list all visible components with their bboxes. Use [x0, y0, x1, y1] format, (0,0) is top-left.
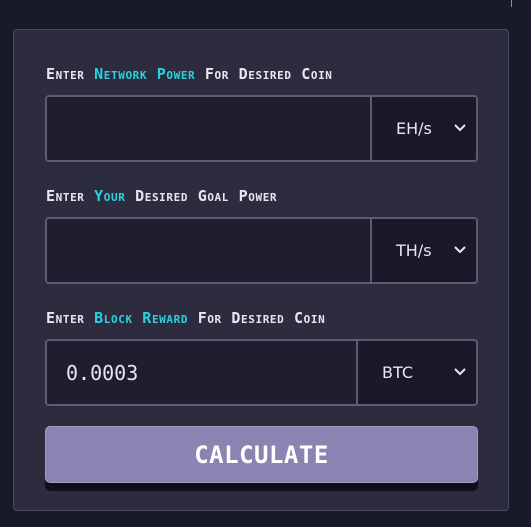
- window-edge-mark: [511, 0, 512, 7]
- network-power-input[interactable]: [47, 97, 372, 160]
- label-prefix: Enter: [46, 65, 95, 83]
- block-reward-coin-select[interactable]: BTC: [358, 341, 476, 404]
- block-reward-label: Enter Block Reward For Desired Coin: [46, 309, 325, 327]
- chevron-down-icon: [454, 245, 466, 253]
- block-reward-input[interactable]: 0.0003: [47, 341, 358, 404]
- label-suffix: For Desired Coin: [188, 309, 326, 327]
- unit-value: EH/s: [396, 119, 432, 138]
- goal-power-unit-select[interactable]: TH/s: [372, 219, 476, 282]
- network-power-unit-select[interactable]: EH/s: [372, 97, 476, 160]
- label-highlight: Your: [94, 187, 126, 205]
- block-reward-field: 0.0003 BTC: [45, 339, 478, 406]
- label-suffix: For Desired Coin: [195, 65, 333, 83]
- label-prefix: Enter: [46, 309, 95, 327]
- chevron-down-icon: [454, 123, 466, 131]
- network-power-label: Enter Network Power For Desired Coin: [46, 65, 333, 83]
- goal-power-input[interactable]: [47, 219, 372, 282]
- calculate-button[interactable]: CALCULATE: [45, 426, 478, 483]
- chevron-down-icon: [454, 367, 466, 375]
- goal-power-label: Enter Your Desired Goal Power: [46, 187, 277, 205]
- goal-power-field: TH/s: [45, 217, 478, 284]
- label-prefix: Enter: [46, 187, 95, 205]
- network-power-field: EH/s: [45, 95, 478, 162]
- unit-value: TH/s: [396, 241, 432, 260]
- coin-value: BTC: [382, 363, 413, 382]
- label-highlight: Block Reward: [94, 309, 189, 327]
- calculator-panel: Enter Network Power For Desired Coin EH/…: [13, 29, 509, 511]
- label-suffix: Desired Goal Power: [125, 187, 278, 205]
- label-highlight: Network Power: [94, 65, 196, 83]
